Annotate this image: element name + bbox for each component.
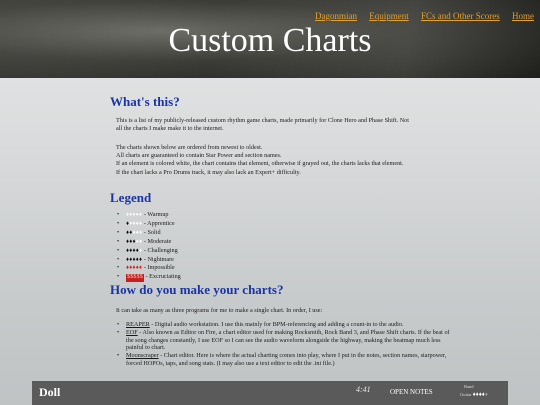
chart-title: Doll [39, 385, 61, 399]
tool-item-eof: EOF - Also known as Editor on Fire, a ch… [116, 329, 456, 352]
guitar-label: Guitar [460, 392, 472, 397]
legend-item-impossible: ♦♦♦♦♦ - Impossible [116, 264, 181, 273]
whats-this-heading: What's this? [110, 94, 180, 109]
tool-item-moonscraper: Moonscraper - Chart editor. Here is wher… [116, 352, 456, 367]
difficulty-diamonds-icon: ♦♦♦♦♦ [126, 256, 143, 263]
legend-item-warmup: ♦♦♦♦♦ - Warmup [116, 211, 181, 220]
legend-label: - Nightmare [142, 255, 174, 263]
difficulty-diamonds-icon: ♦♦♦♦♦ [126, 265, 143, 272]
open-notes-badge: OPEN NOTES [390, 388, 433, 396]
legend-label: - Moderate [142, 237, 172, 245]
tool-description: - Digital audio workstation. I use this … [149, 321, 404, 328]
legend-item-moderate: ♦♦♦♦♦ - Moderate [116, 238, 181, 247]
nav-link-home[interactable]: Home [512, 11, 534, 21]
legend-label: - Impossible [142, 264, 175, 272]
guitar-difficulty: Guitar ♦♦♦♦♦ [460, 392, 488, 398]
legend-label: - Apprentice [142, 219, 175, 227]
legend-list: ♦♦♦♦♦ - Warmup ♦♦♦♦♦ - Apprentice ♦♦♦♦♦ … [116, 211, 181, 283]
legend-label: - Solid [142, 228, 161, 236]
difficulty-diamonds-icon: ♦♦♦♦ [126, 247, 140, 254]
guitar-diamonds-icon: ♦♦♦♦ [472, 392, 485, 398]
top-nav: Dagonmian Equipment FCs and Other Scores… [305, 11, 534, 21]
how-intro: It can take as many as three programs fo… [116, 307, 323, 314]
intro-line: This is a list of my publicly-released c… [116, 117, 409, 124]
eof-link[interactable]: EOF [126, 329, 138, 336]
moonscraper-link[interactable]: Moonscraper [126, 352, 159, 359]
band-label: Band [464, 384, 474, 389]
legend-item-apprentice: ♦♦♦♦♦ - Apprentice [116, 220, 181, 229]
ordering-paragraph: The charts shown below are ordered from … [116, 144, 456, 177]
difficulty-diamonds-icon: ♦♦♦♦ [129, 220, 143, 227]
site-header: Dagonmian Equipment FCs and Other Scores… [0, 0, 540, 78]
ordering-line: If an element is colored white, the char… [116, 160, 404, 168]
guitar-diamond-empty-icon: ♦ [484, 392, 488, 398]
tools-list: REAPER - Digital audio workstation. I us… [116, 321, 456, 368]
legend-item-nightmare: ♦♦♦♦♦ - Nightmare [116, 256, 181, 265]
tool-description: - Chart editor. Here is where the actual… [126, 352, 447, 367]
legend-label: - Challenging [142, 246, 178, 254]
legend-item-solid: ♦♦♦♦♦ - Solid [116, 229, 181, 238]
chart-entry[interactable]: Doll 4:41 OPEN NOTES Band Guitar ♦♦♦♦♦ [32, 381, 508, 405]
intro-paragraph: This is a list of my publicly-released c… [116, 117, 456, 133]
tool-description: - Also known as Editor on Fire, a chart … [126, 329, 450, 352]
ordering-line: All charts are guaranteed to contain Sta… [116, 152, 282, 160]
ordering-line: The charts shown below are ordered from … [116, 144, 263, 151]
reaper-link[interactable]: REAPER [126, 321, 150, 328]
difficulty-diamonds-icon: ♦♦♦♦♦ [126, 212, 143, 218]
difficulty-diamonds-icon: ♦♦♦ [132, 229, 143, 236]
intro-line: all the charts I make make it to the int… [116, 125, 224, 133]
legend-item-excruciating: $$$$$ - Excruciating [116, 273, 181, 283]
how-heading: How do you make your charts? [110, 282, 284, 297]
nav-link-fcs-and-other-scores[interactable]: FCs and Other Scores [421, 11, 500, 21]
legend-heading: Legend [110, 190, 152, 205]
nav-link-dagonmian[interactable]: Dagonmian [315, 11, 357, 21]
tool-item-reaper: REAPER - Digital audio workstation. I us… [116, 321, 456, 329]
nav-link-equipment[interactable]: Equipment [369, 11, 409, 21]
page-title: Custom Charts [168, 22, 372, 59]
difficulty-diamonds-icon: ♦♦♦ [126, 238, 136, 245]
chart-length: 4:41 [356, 385, 371, 394]
ordering-line: If the chart lacks a Pro Drums track, it… [116, 168, 301, 176]
legend-item-challenging: ♦♦♦♦♦ - Challenging [116, 247, 181, 256]
legend-label: - Warmup [142, 211, 169, 218]
legend-label: - Excruciating [144, 273, 181, 281]
